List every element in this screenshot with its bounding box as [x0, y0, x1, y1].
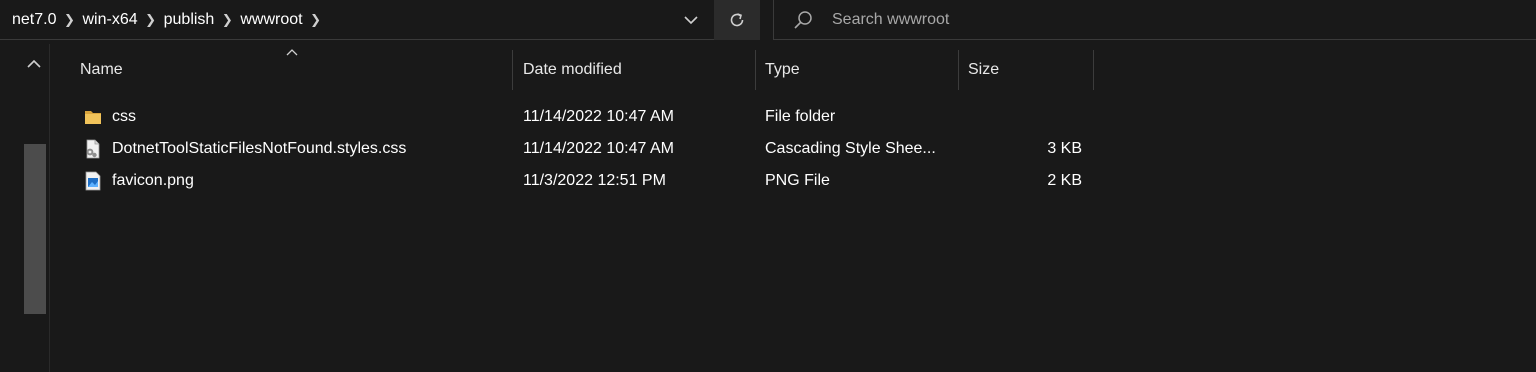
- file-date-modified: 11/14/2022 10:47 AM: [523, 108, 674, 125]
- navigation-pane: [0, 44, 50, 372]
- breadcrumb-item-publish[interactable]: publish: [164, 11, 215, 29]
- search-icon: [794, 11, 812, 29]
- breadcrumb-separator-icon[interactable]: ❯: [138, 12, 164, 28]
- column-divider[interactable]: [1093, 50, 1094, 90]
- file-size: [971, 101, 1082, 133]
- file-row[interactable]: DotnetToolStaticFilesNotFound.styles.css…: [51, 133, 1151, 165]
- breadcrumb-separator-icon[interactable]: ❯: [214, 12, 240, 28]
- column-divider[interactable]: [512, 50, 513, 90]
- top-bar: net7.0 ❯ win-x64 ❯ publish ❯ wwwroot ❯: [0, 0, 1536, 44]
- refresh-icon: [730, 13, 744, 27]
- breadcrumb-separator-icon[interactable]: ❯: [56, 12, 82, 28]
- column-header-type[interactable]: Type: [765, 50, 800, 90]
- file-size: 2 KB: [1047, 172, 1082, 189]
- file-row[interactable]: favicon.png 11/3/2022 12:51 PM PNG File …: [51, 165, 1151, 197]
- file-type: File folder: [765, 108, 836, 125]
- file-list-view: Name Date modified Type Size css 11/14/2…: [51, 44, 1536, 372]
- file-date-modified: 11/3/2022 12:51 PM: [523, 172, 666, 189]
- file-name: favicon.png: [112, 172, 194, 189]
- column-divider[interactable]: [958, 50, 959, 90]
- column-header-size[interactable]: Size: [968, 50, 999, 90]
- breadcrumb-item-wwwroot[interactable]: wwwroot: [240, 11, 302, 29]
- column-divider[interactable]: [755, 50, 756, 90]
- image-file-icon: [85, 171, 101, 191]
- address-bar[interactable]: net7.0 ❯ win-x64 ❯ publish ❯ wwwroot ❯: [0, 0, 760, 40]
- search-input[interactable]: [832, 8, 1512, 32]
- refresh-button[interactable]: [714, 0, 760, 40]
- breadcrumb: net7.0 ❯ win-x64 ❯ publish ❯ wwwroot ❯: [12, 0, 329, 40]
- breadcrumb-separator-icon[interactable]: ❯: [303, 12, 329, 28]
- file-row[interactable]: css 11/14/2022 10:47 AM File folder: [51, 101, 1151, 133]
- file-type: PNG File: [765, 172, 830, 189]
- file-size: 3 KB: [1047, 140, 1082, 157]
- column-header-name[interactable]: Name: [80, 50, 123, 90]
- scrollbar-thumb[interactable]: [24, 144, 46, 314]
- address-history-dropdown[interactable]: [670, 0, 712, 40]
- file-name: css: [112, 108, 136, 125]
- folder-icon: [85, 111, 101, 124]
- column-header-date-modified[interactable]: Date modified: [523, 50, 622, 90]
- css-file-icon: [86, 139, 100, 159]
- column-header-row: Name Date modified Type Size: [51, 50, 1151, 90]
- search-box[interactable]: [773, 0, 1536, 40]
- breadcrumb-item-net7[interactable]: net7.0: [12, 11, 56, 29]
- file-name: DotnetToolStaticFilesNotFound.styles.css: [112, 140, 407, 157]
- file-type: Cascading Style Shee...: [765, 140, 936, 157]
- scroll-up-arrow-icon[interactable]: [24, 54, 44, 74]
- chevron-down-icon: [684, 15, 698, 24]
- breadcrumb-item-win-x64[interactable]: win-x64: [82, 11, 137, 29]
- file-date-modified: 11/14/2022 10:47 AM: [523, 140, 674, 157]
